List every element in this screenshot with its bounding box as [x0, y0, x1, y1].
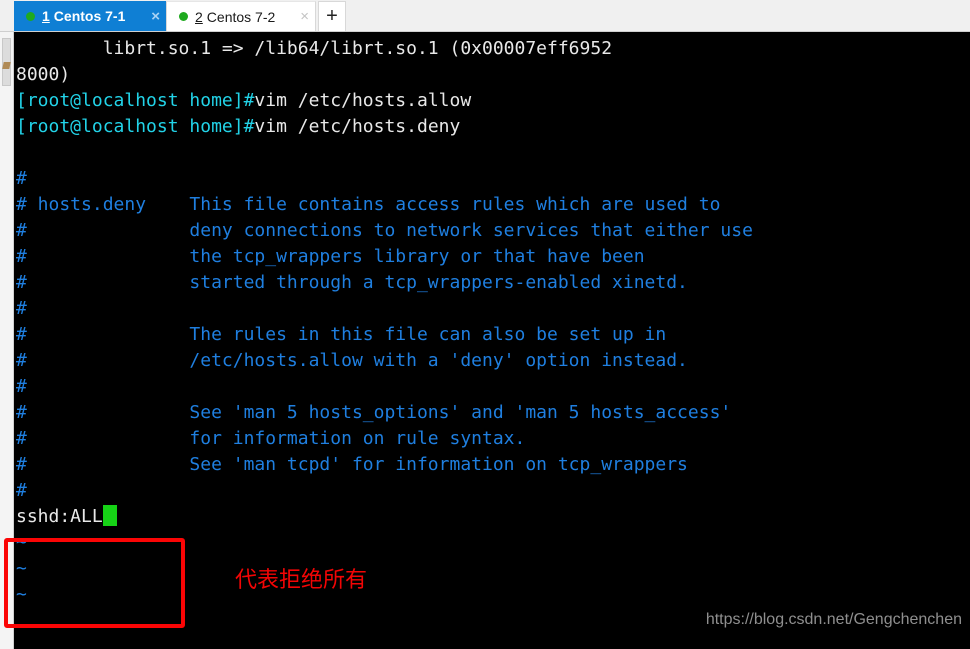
terminal-text: # deny connections to network services t… — [16, 220, 753, 241]
terminal-line: # — [14, 478, 970, 504]
terminal-window: 1 Centos 7-1 × 2 Centos 7-2 × + librt.so… — [0, 0, 970, 649]
terminal-line: [root@localhost home]#vim /etc/hosts.all… — [14, 88, 970, 114]
terminal-line: # started through a tcp_wrappers-enabled… — [14, 270, 970, 296]
terminal-line: # The rules in this file can also be set… — [14, 322, 970, 348]
terminal-line: # See 'man 5 hosts_options' and 'man 5 h… — [14, 400, 970, 426]
terminal-line: # /etc/hosts.allow with a 'deny' option … — [14, 348, 970, 374]
terminal-text: # — [16, 480, 27, 501]
terminal-text: # — [16, 298, 27, 319]
terminal-text: vim /etc/hosts.allow — [254, 90, 472, 111]
watermark-url: https://blog.csdn.net/Gengchenchen — [705, 611, 962, 628]
bookmark-marker-icon — [2, 62, 11, 69]
terminal-line: sshd:ALL — [14, 504, 970, 530]
terminal-line: # See 'man tcpd' for information on tcp_… — [14, 452, 970, 478]
terminal-text: ~ — [16, 532, 27, 553]
terminal-text: # See 'man tcpd' for information on tcp_… — [16, 454, 688, 475]
terminal-text: # See 'man 5 hosts_options' and 'man 5 h… — [16, 402, 732, 423]
terminal-line: # deny connections to network services t… — [14, 218, 970, 244]
terminal-text: librt.so.1 => /lib64/librt.so.1 (0x00007… — [16, 38, 613, 59]
tab-centos-7-1[interactable]: 1 Centos 7-1 × — [14, 1, 166, 31]
close-icon[interactable]: × — [151, 9, 160, 24]
terminal-line: ~ — [14, 556, 970, 582]
terminal-text: # started through a tcp_wrappers-enabled… — [16, 272, 688, 293]
terminal-line: # for information on rule syntax. — [14, 426, 970, 452]
terminal-text: ~ — [16, 558, 27, 579]
terminal-line: # — [14, 374, 970, 400]
terminal-text: # hosts.deny This file contains access r… — [16, 194, 721, 215]
terminal-line: ~ — [14, 582, 970, 608]
close-icon[interactable]: × — [300, 9, 309, 24]
terminal-text: # the tcp_wrappers library or that have … — [16, 246, 645, 267]
text-cursor — [102, 505, 117, 526]
terminal-text: sshd:ALL — [16, 506, 103, 527]
terminal-text: ~ — [16, 584, 27, 605]
tab-title-label: Centos 7-1 — [53, 8, 126, 24]
terminal-line: [root@localhost home]#vim /etc/hosts.den… — [14, 114, 970, 140]
terminal-text: [root@localhost home]# — [16, 116, 255, 137]
tab-title-label: Centos 7-2 — [206, 8, 276, 25]
terminal-text: # — [16, 168, 27, 189]
terminal-line: 8000) — [14, 62, 970, 88]
terminal-line: # — [14, 166, 970, 192]
left-scrollbar[interactable] — [0, 32, 14, 649]
annotation-text: 代表拒绝所有 — [235, 568, 368, 593]
tab-index-label: 2 — [195, 8, 203, 25]
tab-centos-7-2[interactable]: 2 Centos 7-2 × — [166, 1, 316, 31]
terminal-line: # the tcp_wrappers library or that have … — [14, 244, 970, 270]
new-tab-button[interactable]: + — [318, 1, 346, 31]
terminal-text: 8000) — [16, 64, 71, 85]
terminal-line: # — [14, 296, 970, 322]
terminal-line: librt.so.1 => /lib64/librt.so.1 (0x00007… — [14, 36, 970, 62]
terminal-text: # /etc/hosts.allow with a 'deny' option … — [16, 350, 688, 371]
terminal-text: [root@localhost home]# — [16, 90, 255, 111]
terminal-text: vim /etc/hosts.deny — [254, 116, 461, 137]
tab-index-label: 1 — [42, 8, 50, 24]
tab-bar: 1 Centos 7-1 × 2 Centos 7-2 × + — [0, 0, 970, 32]
terminal-line: # hosts.deny This file contains access r… — [14, 192, 970, 218]
terminal-line: ~ — [14, 530, 970, 556]
connection-status-dot-icon — [179, 12, 188, 21]
terminal-text: # The rules in this file can also be set… — [16, 324, 667, 345]
terminal-text: # for information on rule syntax. — [16, 428, 526, 449]
terminal-output[interactable]: librt.so.1 => /lib64/librt.so.1 (0x00007… — [14, 32, 970, 649]
connection-status-dot-icon — [26, 11, 35, 21]
terminal-text: # — [16, 376, 27, 397]
